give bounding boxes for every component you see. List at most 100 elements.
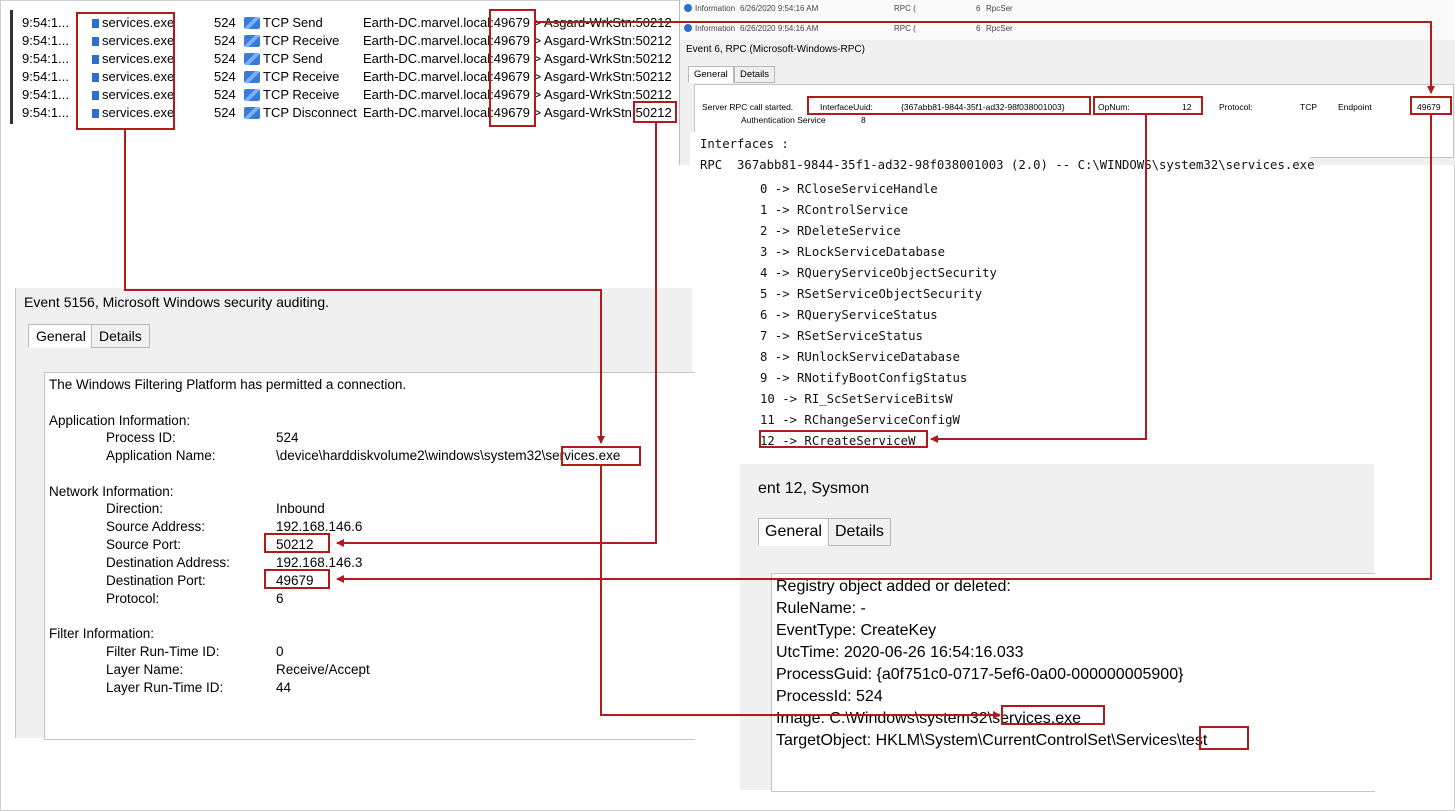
opnum-entry: 4 -> RQueryServiceObjectSecurity <box>760 266 997 280</box>
time-cell: 9:54:1... <box>22 51 69 66</box>
opnum-entry-create-service: 12 -> RCreateServiceW <box>760 434 916 448</box>
opnum-entry: 2 -> RDeleteService <box>760 224 901 238</box>
protocol-value: 6 <box>276 591 284 606</box>
target-prefix: TargetObject: HKLM\System\CurrentControl… <box>776 732 1182 749</box>
image-line: Image: C:\Windows\system32\services.exe <box>776 710 1081 728</box>
pid-cell: 524 <box>214 69 236 84</box>
process-cell: services.exe <box>92 50 174 68</box>
event-5156-window: Event 5156, Microsoft Windows security a… <box>15 288 695 740</box>
path-port: 49679 <box>493 87 530 102</box>
opnum-entry: 10 -> RI_ScSetServiceBitsW <box>760 392 953 406</box>
path-dest: > Asgard-WrkStn:50212 <box>529 87 672 102</box>
tab-details[interactable]: Details <box>828 518 891 546</box>
operation-name: TCP Receive <box>263 87 340 102</box>
operation-name: TCP Disconnect <box>263 105 357 120</box>
process-icon <box>92 37 99 46</box>
task-cell: RpcSer <box>986 24 1013 33</box>
operation-cell: TCP Receive <box>244 86 339 104</box>
protocol-label: Protocol: <box>1219 102 1253 112</box>
procmon-row[interactable]: 9:54:1... services.exe 524 TCP Receive E… <box>20 68 680 86</box>
network-icon <box>244 107 260 119</box>
path-cell: Earth-DC.marvel.local:49679 > Asgard-Wrk… <box>363 86 672 104</box>
auth-service-value: 8 <box>861 115 866 125</box>
dest-port-label: Destination Port: <box>106 573 206 588</box>
process-cell: services.exe <box>92 32 174 50</box>
operation-cell: TCP Send <box>244 50 323 68</box>
pid-cell: 524 <box>214 105 236 120</box>
opnum-value: 12 <box>1182 102 1192 112</box>
image-file: services.exe <box>992 710 1081 727</box>
app-name-prefix: \device\harddiskvolume2\windows\system32… <box>276 448 546 463</box>
procmon-row[interactable]: 9:54:1... services.exe 524 TCP Send Eart… <box>20 50 680 68</box>
operation-cell: TCP Receive <box>244 68 339 86</box>
path-host: Earth-DC.marvel.local: <box>363 87 494 102</box>
path-host: Earth-DC.marvel.local: <box>363 105 494 120</box>
tab-general[interactable]: General <box>28 324 94 348</box>
tab-general[interactable]: General <box>688 66 734 83</box>
process-cell: services.exe <box>92 14 174 32</box>
task-cell: RpcSer <box>986 4 1013 13</box>
path-host: Earth-DC.marvel.local: <box>363 51 494 66</box>
process-icon <box>92 19 99 28</box>
source-cell: RPC ( <box>894 4 916 13</box>
process-icon <box>92 109 99 118</box>
interface-uuid-label: InterfaceUuid: <box>820 102 873 112</box>
process-name: services.exe <box>102 105 175 120</box>
eventtype-line: EventType: CreateKey <box>776 622 937 639</box>
event-12-title: ent 12, Sysmon <box>758 480 870 497</box>
info-icon <box>684 4 692 12</box>
processid-line: ProcessId: 524 <box>776 688 883 705</box>
id-cell: 6 <box>976 4 981 13</box>
filter-info-header: Filter Information: <box>49 626 155 641</box>
opnum-entry: 6 -> RQueryServiceStatus <box>760 308 938 322</box>
layer-runtime-label: Layer Run-Time ID: <box>106 680 224 695</box>
path-host: Earth-DC.marvel.local: <box>363 15 494 30</box>
path-dest: > Asgard-WrkStn:50212 <box>529 51 672 66</box>
opnum-entry: 1 -> RControlService <box>760 203 909 217</box>
process-id-value: 524 <box>276 430 299 445</box>
network-icon <box>244 53 260 65</box>
opnum-entry: 7 -> RSetServiceStatus <box>760 329 923 343</box>
source-cell: RPC ( <box>894 24 916 33</box>
procmon-row[interactable]: 9:54:1... services.exe 524 TCP Receive E… <box>20 32 680 50</box>
rpc-event-title: Event 6, RPC (Microsoft-Windows-RPC) <box>686 44 865 55</box>
time-cell: 9:54:1... <box>22 87 69 102</box>
path-cell: Earth-DC.marvel.local:49679 > Asgard-Wrk… <box>363 32 672 50</box>
time-cell: 9:54:1... <box>22 105 69 120</box>
event-5156-title: Event 5156, Microsoft Windows security a… <box>24 294 330 310</box>
opnum-entry: 9 -> RNotifyBootConfigStatus <box>760 371 968 385</box>
auth-service-label: Authentication Service <box>741 115 826 125</box>
procmon-row[interactable]: 9:54:1... services.exe 524 TCP Send Eart… <box>20 14 680 32</box>
rulename-line: RuleName: - <box>776 600 866 617</box>
network-icon <box>244 89 260 101</box>
procmon-row[interactable]: 9:54:1... services.exe 524 TCP Receive E… <box>20 86 680 104</box>
source-port-label: Source Port: <box>106 537 182 552</box>
tab-details[interactable]: Details <box>91 324 150 348</box>
wfp-summary: The Windows Filtering Platform has permi… <box>49 377 407 392</box>
procmon-capture: 9:54:1... services.exe 524 TCP Send Eart… <box>10 10 678 124</box>
filter-runtime-label: Filter Run-Time ID: <box>106 644 220 659</box>
path-cell: Earth-DC.marvel.local:49679 > Asgard-Wrk… <box>363 104 672 122</box>
opnum-entry: 8 -> RUnlockServiceDatabase <box>760 350 960 364</box>
direction-label: Direction: <box>106 501 164 516</box>
procmon-row[interactable]: 9:54:1... services.exe 524 TCP Disconnec… <box>20 104 680 122</box>
operation-cell: TCP Receive <box>244 32 339 50</box>
date-cell: 6/26/2020 9:54:16 AM <box>740 4 819 13</box>
tab-details[interactable]: Details <box>734 66 776 83</box>
protocol-label: Protocol: <box>106 591 160 606</box>
network-icon <box>244 35 260 47</box>
endpoint-value: 49679 <box>1417 102 1441 112</box>
pid-cell: 524 <box>214 33 236 48</box>
opnum-entry: 11 -> RChangeServiceConfigW <box>760 413 960 427</box>
level-cell: Information <box>695 4 736 13</box>
operation-name: TCP Receive <box>263 69 340 84</box>
dest-address-value: 192.168.146.3 <box>276 555 363 570</box>
process-icon <box>92 55 99 64</box>
interface-rpc-line: RPC 367abb81-9844-35f1-ad32-98f038001003… <box>700 158 1315 172</box>
source-port-value: 50212 <box>276 537 314 552</box>
process-name: services.exe <box>102 87 175 102</box>
tab-general[interactable]: General <box>758 518 829 546</box>
source-address-label: Source Address: <box>106 519 206 534</box>
id-cell: 6 <box>976 24 981 33</box>
process-id-label: Process ID: <box>106 430 176 445</box>
